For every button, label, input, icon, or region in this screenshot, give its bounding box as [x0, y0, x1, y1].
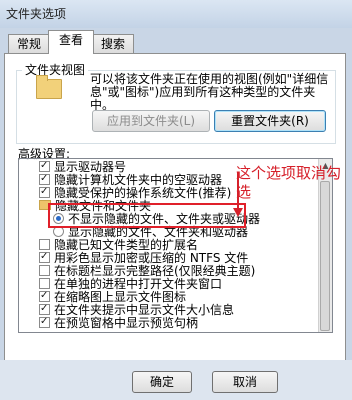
apply-to-folders-button[interactable]: 应用到文件夹(L) — [92, 110, 210, 132]
ok-button[interactable]: 确定 — [132, 371, 192, 393]
folder-icon — [36, 75, 62, 99]
checkbox-checked-icon — [39, 159, 50, 172]
checkbox-checked-icon — [39, 315, 50, 328]
dialog-footer: 确定 取消 — [0, 360, 352, 400]
tab-view[interactable]: 查看 — [48, 30, 94, 54]
checkbox-checked-icon — [39, 289, 50, 302]
scrollbar-thumb[interactable] — [320, 181, 330, 331]
reset-folders-button[interactable]: 重置文件夹(R) — [214, 110, 326, 132]
checkbox-unchecked-icon — [39, 278, 50, 289]
tab-general[interactable]: 常规 — [8, 34, 50, 53]
checkbox-checked-icon — [39, 302, 50, 315]
checkbox-checked-icon — [39, 185, 50, 198]
window-title: 文件夹选项 — [6, 7, 67, 21]
annotation-text: 这个选项取消勾选 — [236, 164, 342, 201]
checkbox-checked-icon — [39, 172, 50, 185]
cancel-button[interactable]: 取消 — [212, 371, 278, 393]
checkbox-unchecked-icon — [39, 265, 50, 276]
title-bar: 文件夹选项 — [0, 0, 352, 28]
annotation-highlight-box — [48, 203, 246, 228]
folder-views-title: 文件夹视图 — [22, 61, 89, 78]
checkbox-checked-icon — [39, 250, 50, 263]
setting-preview-handlers[interactable]: 在预览窗格中显示预览句柄 — [39, 315, 198, 330]
folder-views-description: 可以将该文件夹正在使用的视图(例如"详细信息"或"图标")应用到所有这种类型的文… — [90, 72, 329, 112]
tab-search[interactable]: 搜索 — [92, 34, 134, 53]
checkbox-unchecked-icon — [39, 239, 50, 250]
